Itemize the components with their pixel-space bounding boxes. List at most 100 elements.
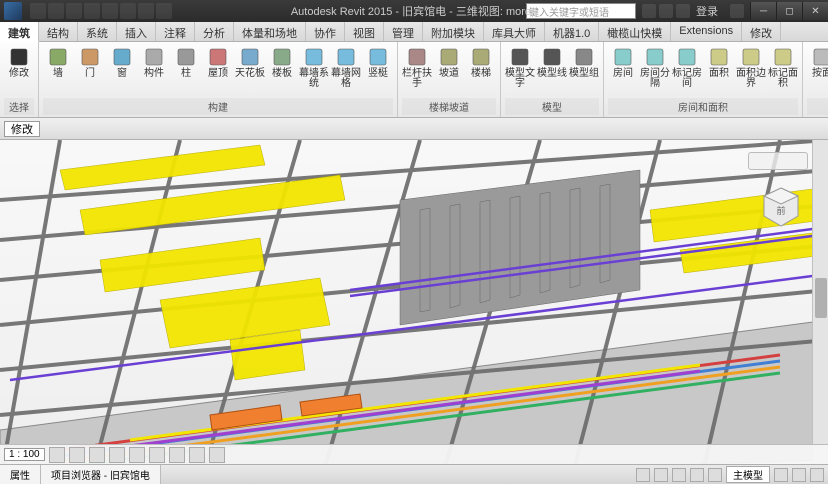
qat-redo-icon[interactable]	[84, 3, 100, 19]
visual-style-icon[interactable]	[69, 447, 85, 463]
reveal-hidden-icon[interactable]	[209, 447, 225, 463]
ribbon-button-railing[interactable]: 栏杆扶手	[402, 44, 432, 98]
ribbon-panel-房间和面积: 房间房间分隔标记房间面积面积边界标记面积房间和面积	[604, 42, 803, 117]
ribbon-button-cursor[interactable]: 修改	[4, 44, 34, 98]
select-pinned-icon[interactable]	[672, 468, 686, 482]
drag-elements-icon[interactable]	[708, 468, 722, 482]
ribbon-button-label: 墙	[53, 69, 63, 79]
ribbon-button-label: 按面	[812, 69, 828, 79]
ribbon-tab-建筑[interactable]: 建筑	[0, 22, 39, 42]
ribbon-button-label: 模型线	[537, 69, 567, 79]
ribbon-button-column[interactable]: 柱	[171, 44, 201, 98]
ribbon-tab-Extensions[interactable]: Extensions	[671, 22, 742, 41]
model-canvas[interactable]	[0, 140, 828, 484]
ribbon-button-stair[interactable]: 楼梯	[466, 44, 496, 98]
3d-viewport[interactable]: 前 1 : 100 属性项目浏览器 - 旧宾馆电 主模型	[0, 140, 828, 484]
ribbon-button-window[interactable]: 窗	[107, 44, 137, 98]
ribbon-button-group[interactable]: 模型组	[569, 44, 599, 98]
status-zoom-icon[interactable]	[810, 468, 824, 482]
maximize-button[interactable]: ◻	[776, 2, 802, 20]
ribbon-button-wall[interactable]: 墙	[43, 44, 73, 98]
status-bar: 属性项目浏览器 - 旧宾馆电 主模型	[0, 464, 828, 484]
qat-open-icon[interactable]	[30, 3, 46, 19]
ribbon-button-line[interactable]: 模型线	[537, 44, 567, 98]
mullion-icon	[367, 46, 389, 68]
subscription-icon[interactable]	[642, 4, 656, 18]
ribbon-button-tag-area[interactable]: 标记面积	[768, 44, 798, 98]
help-search-input[interactable]: 键入关键字或短语	[526, 3, 636, 19]
exchange-icon[interactable]	[659, 4, 673, 18]
ribbon-button-label: 房间	[613, 69, 633, 79]
ribbon-button-ceiling[interactable]: 天花板	[235, 44, 265, 98]
ribbon-button-curtain-sys[interactable]: 幕墙系统	[299, 44, 329, 98]
wall-icon	[47, 46, 69, 68]
ribbon-tab-体量和场地[interactable]: 体量和场地	[234, 22, 306, 41]
ribbon-button-tag-room[interactable]: 标记房间	[672, 44, 702, 98]
rendering-icon[interactable]	[129, 447, 145, 463]
sun-path-icon[interactable]	[89, 447, 105, 463]
options-bar-mode[interactable]: 修改	[4, 121, 40, 137]
ribbon-tab-系统[interactable]: 系统	[78, 22, 117, 41]
ribbon-button-label: 模型文字	[505, 69, 535, 89]
ribbon-button-mullion[interactable]: 竖梃	[363, 44, 393, 98]
ribbon-button-ramp[interactable]: 坡道	[434, 44, 464, 98]
ribbon-button-room-sep[interactable]: 房间分隔	[640, 44, 670, 98]
select-links-icon[interactable]	[636, 468, 650, 482]
ribbon-tab-分析[interactable]: 分析	[195, 22, 234, 41]
qat-print-icon[interactable]	[102, 3, 118, 19]
ribbon-button-room[interactable]: 房间	[608, 44, 638, 98]
app-menu-icon[interactable]	[4, 2, 22, 20]
ribbon-button-area[interactable]: 面积	[704, 44, 734, 98]
ribbon-button-label: 面积	[709, 69, 729, 79]
ribbon-button-curtain-grid[interactable]: 幕墙网格	[331, 44, 361, 98]
ribbon-button-floor[interactable]: 楼板	[267, 44, 297, 98]
ribbon-tab-机器1.0[interactable]: 机器1.0	[545, 22, 599, 41]
ribbon-button-roof[interactable]: 屋顶	[203, 44, 233, 98]
ribbon-button-label: 窗	[117, 69, 127, 79]
ribbon-button-label: 幕墙网格	[331, 69, 361, 89]
vertical-scrollbar[interactable]	[812, 140, 828, 484]
ribbon-tab-协作[interactable]: 协作	[306, 22, 345, 41]
filter-icon[interactable]	[792, 468, 806, 482]
ribbon-tab-视图[interactable]: 视图	[345, 22, 384, 41]
ribbon-tab-修改[interactable]: 修改	[742, 22, 781, 41]
ribbon-tab-橄榄山快模[interactable]: 橄榄山快模	[599, 22, 671, 41]
workset-combo[interactable]: 主模型	[726, 466, 770, 483]
help-icon[interactable]	[730, 4, 744, 18]
navigation-bar[interactable]	[748, 152, 808, 170]
qat-more-icon[interactable]	[156, 3, 172, 19]
editable-only-icon[interactable]	[774, 468, 788, 482]
panel-tab[interactable]: 项目浏览器 - 旧宾馆电	[41, 465, 161, 484]
panel-tab[interactable]: 属性	[0, 465, 41, 484]
sign-in-icon[interactable]	[676, 4, 690, 18]
qat-measure-icon[interactable]	[120, 3, 136, 19]
ribbon-button-text[interactable]: 模型文字	[505, 44, 535, 98]
login-button[interactable]: 登录	[696, 3, 718, 19]
ribbon-button-byface[interactable]: 按面	[807, 44, 828, 98]
ribbon-tab-附加模块[interactable]: 附加模块	[423, 22, 484, 41]
ribbon-tab-注释[interactable]: 注释	[156, 22, 195, 41]
view-cube[interactable]: 前	[758, 184, 804, 230]
detail-level-icon[interactable]	[49, 447, 65, 463]
hide-isolate-icon[interactable]	[189, 447, 205, 463]
panel-title: 模型	[505, 98, 599, 115]
quick-access-toolbar	[30, 3, 172, 19]
close-button[interactable]: ✕	[802, 2, 828, 20]
qat-undo-icon[interactable]	[66, 3, 82, 19]
select-underlay-icon[interactable]	[654, 468, 668, 482]
ribbon-tab-管理[interactable]: 管理	[384, 22, 423, 41]
view-scale[interactable]: 1 : 100	[4, 448, 45, 461]
qat-sync-icon[interactable]	[138, 3, 154, 19]
crop-region-icon[interactable]	[169, 447, 185, 463]
ribbon-tab-结构[interactable]: 结构	[39, 22, 78, 41]
ribbon-button-door[interactable]: 门	[75, 44, 105, 98]
ribbon-tab-库具大师[interactable]: 库具大师	[484, 22, 545, 41]
qat-save-icon[interactable]	[48, 3, 64, 19]
minimize-button[interactable]: ─	[750, 2, 776, 20]
crop-view-icon[interactable]	[149, 447, 165, 463]
shadows-icon[interactable]	[109, 447, 125, 463]
ribbon-button-area-bnd[interactable]: 面积边界	[736, 44, 766, 98]
ribbon-button-component[interactable]: 构件	[139, 44, 169, 98]
select-face-icon[interactable]	[690, 468, 704, 482]
ribbon-tab-插入[interactable]: 插入	[117, 22, 156, 41]
